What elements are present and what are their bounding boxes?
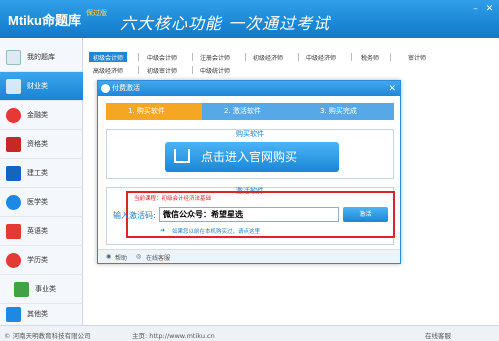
divider (390, 53, 391, 61)
dialog-title-bar: 付费激活 ✕ (98, 81, 400, 96)
sidebar-item-finance[interactable]: 财业类 (0, 72, 83, 101)
divider (192, 53, 193, 61)
activate-button[interactable]: 激活 (343, 207, 388, 222)
sidebar-item-label: 英语类 (27, 227, 48, 235)
sidebar-item-my-bank[interactable]: 我的题库 (0, 43, 83, 72)
help-link[interactable]: 帮助 (115, 253, 127, 262)
sidebar-item-label: 其他类 (27, 310, 48, 318)
divider (138, 53, 139, 61)
english-icon (6, 223, 21, 239)
sidebar-item-degree[interactable]: 学历类 (0, 246, 83, 275)
dialog-footer: ◉ 帮助 ◎ 在线客服 (98, 249, 400, 263)
grid-icon (6, 306, 21, 322)
cart-icon (174, 149, 190, 163)
online-service-link[interactable]: 在线客服 (146, 253, 170, 262)
divider (351, 53, 352, 61)
tab-auditor[interactable]: 审计师 (404, 52, 430, 62)
sidebar-item-label: 事业类 (35, 285, 56, 293)
info-icon (101, 84, 110, 93)
current-course: 当前课程：初级会计经济法基础 (134, 196, 212, 202)
sidebar: 我的题库 财业类 金融类 资格类 建工类 医学类 英语类 学历类 事业类 其他类 (0, 38, 83, 329)
close-icon[interactable]: ✕ (388, 82, 396, 97)
building-icon (6, 165, 21, 181)
sidebar-item-qualification[interactable]: 资格类 (0, 130, 83, 159)
buy-section: 购买软件 点击进入官网购买 (106, 129, 394, 179)
step-buy: 1. 购买软件 (106, 103, 202, 120)
book-icon (6, 49, 21, 65)
homepage-link[interactable]: 主页: http://www.mtiku.cn (132, 330, 215, 340)
window-controls: – ✕ (470, 4, 495, 15)
copyright: © 河南天明教育科技有限公司 (4, 332, 91, 340)
divider (138, 66, 139, 74)
app-logo: Mtiku命题库 (8, 13, 81, 28)
title-bar: Mtiku命题库 保过版 六大核心功能 一次通过考试 – ✕ (0, 0, 499, 38)
help-icon[interactable]: ◉ (106, 253, 111, 260)
sidebar-item-label: 学历类 (27, 256, 48, 264)
tab-intermediate-accountant[interactable]: 中级会计师 (143, 52, 181, 62)
tab-cpa[interactable]: 注册会计师 (196, 52, 234, 62)
code-input-label: 输入激活码: (113, 211, 156, 220)
sidebar-item-label: 资格类 (27, 140, 48, 148)
buy-section-title: 购买软件 (236, 130, 264, 138)
tab-intermediate-statistician[interactable]: 中级统计师 (196, 65, 234, 75)
doctor-icon (6, 194, 21, 210)
chat-icon[interactable]: ◎ (136, 253, 141, 260)
sidebar-item-medical[interactable]: 医学类 (0, 188, 83, 217)
sidebar-item-english[interactable]: 英语类 (0, 217, 83, 246)
sidebar-item-label: 建工类 (27, 169, 48, 177)
divider (245, 53, 246, 61)
building-flag-icon (14, 281, 29, 297)
buy-button[interactable]: 点击进入官网购买 (165, 142, 339, 172)
tab-junior-economist[interactable]: 初级经济师 (249, 52, 287, 62)
sidebar-item-label: 金融类 (27, 111, 48, 119)
dialog-title: 付费激活 (112, 84, 140, 92)
app-slogan: 六大核心功能 一次通过考试 (120, 14, 331, 33)
step-indicator: 1. 购买软件 2. 激活软件 3. 购买完成 (106, 103, 394, 120)
online-service-status[interactable]: 在线客服 (425, 330, 451, 340)
sidebar-item-banking[interactable]: 金融类 (0, 101, 83, 130)
coin-icon (6, 107, 21, 123)
buy-button-label: 点击进入官网购买 (201, 150, 298, 164)
step-activate: 2. 激活软件 (202, 103, 298, 120)
certificate-icon (6, 136, 21, 152)
tab-tax-advisor[interactable]: 税务师 (357, 52, 383, 62)
sidebar-item-label: 我的题库 (27, 53, 55, 61)
previous-purchase-link[interactable]: 如果您以前在本机购买过，请点这里 (172, 227, 260, 235)
divider (192, 66, 193, 74)
arrow-icon: ➜ (160, 227, 166, 234)
logo-badge: 保过版 (86, 9, 107, 17)
graduation-icon (6, 252, 21, 268)
sidebar-item-label: 财业类 (27, 82, 48, 90)
status-bar: © 河南天明教育科技有限公司 主页: http://www.mtiku.cn 在… (0, 325, 499, 341)
sidebar-item-label: 医学类 (27, 198, 48, 206)
divider (298, 53, 299, 61)
tab-intermediate-economist[interactable]: 中级经济师 (302, 52, 340, 62)
tab-senior-economist[interactable]: 高级经济师 (89, 65, 127, 75)
tab-junior-accountant[interactable]: 初级会计师 (89, 52, 128, 62)
close-icon[interactable]: ✕ (484, 4, 495, 15)
step-complete: 3. 购买完成 (298, 103, 394, 120)
sidebar-item-construction[interactable]: 建工类 (0, 159, 83, 188)
minimize-icon[interactable]: – (470, 4, 481, 15)
calculator-icon (6, 78, 21, 94)
activation-code-input[interactable]: 微信公众号：希望星选 (159, 207, 339, 222)
tab-junior-auditor[interactable]: 初级审计师 (143, 65, 181, 75)
